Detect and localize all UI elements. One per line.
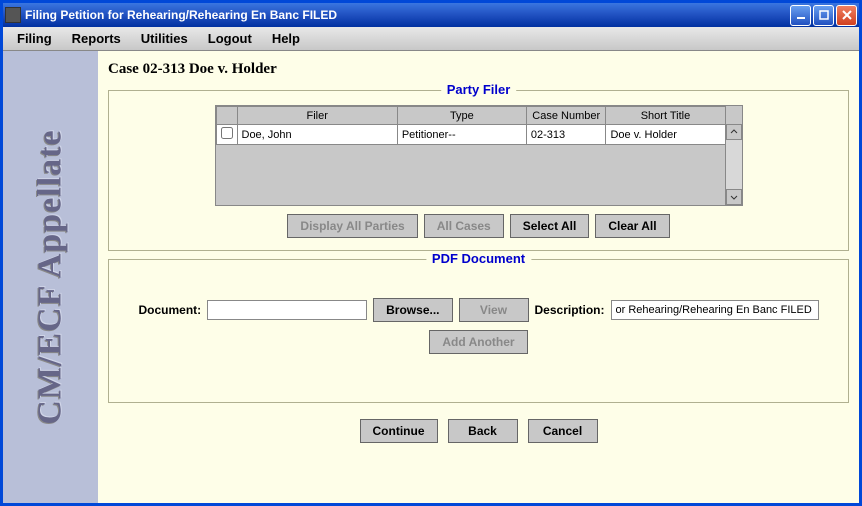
footer-buttons: Continue Back Cancel: [108, 411, 849, 451]
header-type: Type: [397, 107, 526, 125]
continue-button[interactable]: Continue: [360, 419, 438, 443]
header-case-number: Case Number: [526, 107, 606, 125]
content-area: CM/ECF Appellate Case 02-313 Doe v. Hold…: [3, 51, 859, 503]
description-label: Description:: [535, 303, 605, 317]
menu-filing[interactable]: Filing: [7, 28, 62, 49]
display-all-parties-button[interactable]: Display All Parties: [287, 214, 417, 238]
menubar: Filing Reports Utilities Logout Help: [3, 27, 859, 51]
all-cases-button[interactable]: All Cases: [424, 214, 504, 238]
window-controls: [790, 5, 857, 26]
filer-table-container: Filer Type Case Number Short Title: [215, 105, 743, 206]
header-short-title: Short Title: [606, 107, 725, 125]
add-another-row: Add Another: [121, 330, 836, 354]
minimize-icon: [795, 9, 807, 21]
minimize-button[interactable]: [790, 5, 811, 26]
row-type: Petitioner--: [397, 125, 526, 145]
sidebar: CM/ECF Appellate: [3, 51, 98, 503]
document-input[interactable]: [207, 300, 367, 320]
row-short-title: Doe v. Holder: [606, 125, 725, 145]
header-filer: Filer: [237, 107, 397, 125]
filer-table-header-row: Filer Type Case Number Short Title: [216, 107, 725, 125]
chevron-down-icon: [730, 193, 738, 201]
maximize-icon: [818, 9, 830, 21]
chevron-up-icon: [730, 128, 738, 136]
case-title: Case 02-313 Doe v. Holder: [108, 57, 849, 82]
row-checkbox[interactable]: [221, 127, 233, 139]
header-checkbox: [216, 107, 237, 125]
maximize-button[interactable]: [813, 5, 834, 26]
row-case-number: 02-313: [526, 125, 606, 145]
close-button[interactable]: [836, 5, 857, 26]
browse-button[interactable]: Browse...: [373, 298, 452, 322]
scroll-down-button[interactable]: [726, 189, 742, 205]
filer-table: Filer Type Case Number Short Title: [216, 106, 726, 145]
back-button[interactable]: Back: [448, 419, 518, 443]
row-filer: Doe, John: [237, 125, 397, 145]
table-row[interactable]: Doe, John Petitioner-- 02-313 Doe v. Hol…: [216, 125, 725, 145]
window-title: Filing Petition for Rehearing/Rehearing …: [25, 8, 790, 22]
menu-utilities[interactable]: Utilities: [131, 28, 198, 49]
row-checkbox-cell: [216, 125, 237, 145]
description-input[interactable]: [611, 300, 819, 320]
app-icon: [5, 7, 21, 23]
document-label: Document:: [138, 303, 201, 317]
menu-reports[interactable]: Reports: [62, 28, 131, 49]
select-all-button[interactable]: Select All: [510, 214, 590, 238]
cancel-button[interactable]: Cancel: [528, 419, 598, 443]
party-filer-legend: Party Filer: [441, 82, 517, 97]
pdf-document-fieldset: PDF Document Document: Browse... View De…: [108, 259, 849, 403]
view-button[interactable]: View: [459, 298, 529, 322]
document-row: Document: Browse... View Description:: [121, 298, 836, 322]
close-icon: [841, 9, 853, 21]
clear-all-button[interactable]: Clear All: [595, 214, 669, 238]
menu-logout[interactable]: Logout: [198, 28, 262, 49]
party-filer-fieldset: Party Filer Filer Type Case Number Short…: [108, 90, 849, 251]
menu-help[interactable]: Help: [262, 28, 310, 49]
app-logo-text: CM/ECF Appellate: [32, 129, 70, 424]
party-filer-buttons: Display All Parties All Cases Select All…: [121, 214, 836, 238]
titlebar: Filing Petition for Rehearing/Rehearing …: [3, 3, 859, 27]
pdf-document-legend: PDF Document: [426, 251, 531, 266]
main-panel: Case 02-313 Doe v. Holder Party Filer Fi…: [98, 51, 859, 503]
table-empty-area: [216, 145, 726, 205]
vertical-scrollbar[interactable]: [725, 124, 742, 205]
scroll-up-button[interactable]: [726, 124, 742, 140]
app-window: Filing Petition for Rehearing/Rehearing …: [0, 0, 862, 506]
add-another-button[interactable]: Add Another: [429, 330, 527, 354]
